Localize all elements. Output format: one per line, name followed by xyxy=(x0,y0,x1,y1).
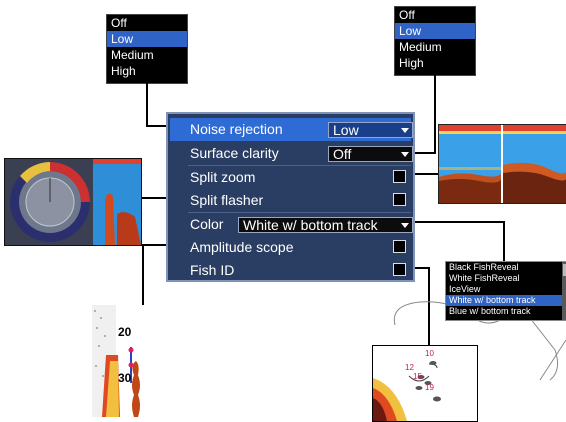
split-zoom-preview xyxy=(438,124,566,204)
split-flasher-label: Split flasher xyxy=(190,192,264,208)
connector-color-v xyxy=(503,221,505,261)
noise-option-low[interactable]: Low xyxy=(107,31,187,47)
surface-option-low[interactable]: Low xyxy=(395,23,475,39)
connector-splitzoom xyxy=(413,173,439,175)
menu-row-split-flasher[interactable]: Split flasher xyxy=(170,189,411,213)
amplitude-scope-checkbox[interactable] xyxy=(393,240,406,253)
fish-id-checkbox[interactable] xyxy=(393,263,406,276)
surface-clarity-label: Surface clarity xyxy=(190,145,279,161)
surface-clarity-options-popup: Off Low Medium High xyxy=(394,6,476,76)
surface-clarity-dropdown[interactable]: Off xyxy=(328,146,413,162)
color-option-black-fishreveal[interactable]: Black FishReveal xyxy=(446,262,566,273)
split-zoom-sonar-graphic xyxy=(439,125,566,203)
surface-option-high[interactable]: High xyxy=(395,55,475,71)
depth-label-30: 30 xyxy=(118,371,132,385)
split-zoom-label: Split zoom xyxy=(190,169,256,185)
fish-depth-12: 12 xyxy=(405,363,414,372)
chevron-down-icon xyxy=(401,128,409,133)
noise-rejection-dropdown[interactable]: Low xyxy=(328,122,413,138)
menu-row-fish-id[interactable]: Fish ID xyxy=(170,259,411,282)
color-label: Color xyxy=(190,216,224,232)
fish-id-label: Fish ID xyxy=(190,262,235,278)
noise-rejection-options-popup: Off Low Medium High xyxy=(106,14,188,84)
amplitude-scope-label: Amplitude scope xyxy=(190,239,294,255)
connector-color xyxy=(413,221,505,223)
color-option-blue-bottom-track[interactable]: Blue w/ bottom track xyxy=(446,306,566,317)
surface-option-off[interactable]: Off xyxy=(395,7,475,23)
color-option-iceview[interactable]: IceView xyxy=(446,284,566,295)
connector-surface xyxy=(434,74,436,154)
color-dropdown[interactable]: White w/ bottom track xyxy=(238,217,413,233)
amplitude-sonar-graphic xyxy=(92,305,140,417)
connector-noise xyxy=(146,82,148,127)
fish-depth-19: 19 xyxy=(425,383,434,392)
fish-id-preview: 10 12 15 19 xyxy=(372,345,478,422)
chevron-down-icon xyxy=(401,223,409,228)
color-option-white-bottom-track[interactable]: White w/ bottom track xyxy=(446,295,566,306)
depth-label-20: 20 xyxy=(118,325,132,339)
noise-option-high[interactable]: High xyxy=(107,63,187,79)
amplitude-scope-preview: 20 30 xyxy=(92,305,162,417)
menu-row-amplitude-scope[interactable]: Amplitude scope xyxy=(170,236,411,259)
split-zoom-checkbox[interactable] xyxy=(393,170,406,183)
noise-rejection-label: Noise rejection xyxy=(190,121,283,137)
split-flasher-checkbox[interactable] xyxy=(393,193,406,206)
split-flasher-preview xyxy=(4,158,142,246)
flasher-dial-graphic xyxy=(5,159,141,245)
fish-depth-10: 10 xyxy=(425,349,434,358)
connector-amp-v xyxy=(142,244,144,310)
chevron-down-icon xyxy=(401,152,409,157)
surface-clarity-value: Off xyxy=(333,146,352,162)
fish-depth-15: 15 xyxy=(413,372,422,381)
menu-row-noise-rejection[interactable]: Noise rejection Low xyxy=(170,118,413,141)
sonar-settings-menu: Noise rejection Low Surface clarity Off … xyxy=(166,112,415,282)
color-option-white-fishreveal[interactable]: White FishReveal xyxy=(446,273,566,284)
menu-row-color[interactable]: Color White w/ bottom track xyxy=(170,213,413,236)
color-value: White w/ bottom track xyxy=(243,217,378,233)
color-options-list: Black FishReveal White FishReveal IceVie… xyxy=(445,261,566,321)
scrollbar[interactable] xyxy=(562,262,566,320)
noise-option-medium[interactable]: Medium xyxy=(107,47,187,63)
noise-rejection-value: Low xyxy=(333,122,359,138)
menu-row-surface-clarity[interactable]: Surface clarity Off xyxy=(170,142,413,166)
noise-option-off[interactable]: Off xyxy=(107,15,187,31)
menu-row-split-zoom[interactable]: Split zoom xyxy=(170,166,411,189)
surface-option-medium[interactable]: Medium xyxy=(395,39,475,55)
